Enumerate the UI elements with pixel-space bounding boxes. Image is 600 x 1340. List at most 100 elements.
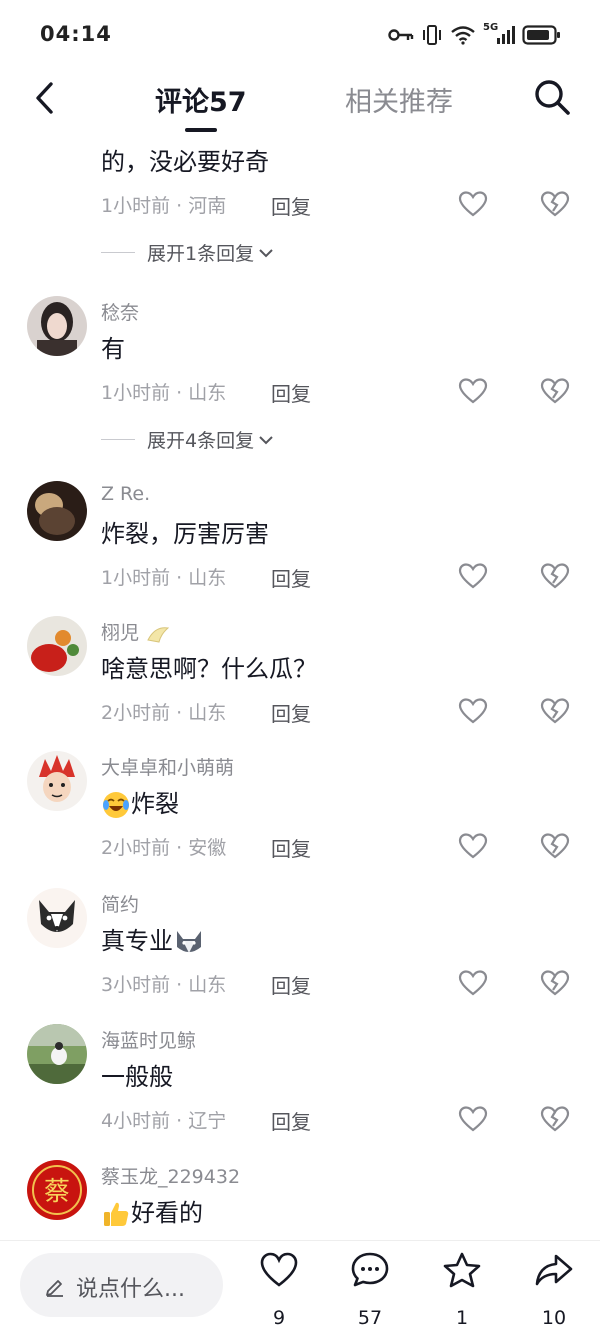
comment-time: 3小时前 [101, 974, 171, 996]
expand-replies-button[interactable]: 展开4条回复 [101, 426, 274, 453]
comment-text: 啥意思啊？什么瓜？ [101, 655, 317, 683]
comment-region: 安徽 [188, 837, 227, 859]
reply-button[interactable]: 回复 [271, 833, 311, 862]
fan-badge-icon [147, 626, 170, 643]
share-arrow-icon [535, 1254, 573, 1286]
comment-time: 1小时前 [101, 195, 171, 217]
like-count: 9 [272, 1307, 286, 1329]
comment-meta: 3小时前 · 山东 [101, 974, 227, 996]
comment-list[interactable]: 的，没必要好奇 1小时前 · 河南 回复 展开1条回复 稔奈 有 1小时前 · … [0, 134, 600, 1240]
dislike-broken-heart-icon[interactable] [540, 1105, 570, 1133]
like-heart-icon[interactable] [458, 969, 488, 997]
comment-meta: 1小时前 · 山东 [101, 567, 227, 589]
dislike-broken-heart-icon[interactable] [540, 697, 570, 725]
dislike-broken-heart-icon[interactable] [540, 969, 570, 997]
comment-text: 一般般 [101, 1063, 173, 1091]
search-icon[interactable] [532, 77, 572, 117]
key-icon [388, 29, 414, 41]
like-heart-icon[interactable] [458, 1105, 488, 1133]
comments-button[interactable]: 57 [340, 1251, 400, 1331]
comment-text: 炸裂，厉害厉害 [101, 520, 269, 548]
avatar[interactable]: 蔡 [27, 1160, 87, 1220]
like-button[interactable]: 9 [249, 1251, 309, 1331]
dislike-broken-heart-icon[interactable] [540, 562, 570, 590]
comment-item: Z Re. 炸裂，厉害厉害 1小时前 · 山东 回复 [0, 479, 600, 609]
status-time: 04:14 [40, 22, 112, 46]
comment-item: 的，没必要好奇 1小时前 · 河南 回复 展开1条回复 [0, 134, 600, 274]
comment-text: 有 [101, 335, 125, 363]
comment-item: 栩児 啥意思啊？什么瓜？ 2小时前 · 山东 回复 [0, 614, 600, 744]
comment-count: 57 [357, 1307, 383, 1329]
comment-username[interactable]: 海蓝时见鲸 [101, 1026, 196, 1053]
avatar[interactable] [27, 1024, 87, 1084]
comment-item: 大卓卓和小萌萌 炸裂 2小时前 · 安徽 回复 [0, 749, 600, 879]
wifi-icon [451, 26, 475, 45]
avatar[interactable] [27, 296, 87, 356]
tab-related-recommendations[interactable]: 相关推荐 [345, 80, 453, 119]
comment-item: 蔡 蔡玉龙_229432 好看的 [0, 1158, 600, 1240]
avatar[interactable] [27, 481, 87, 541]
avatar[interactable] [27, 751, 87, 811]
avatar[interactable] [27, 888, 87, 948]
expand-replies-label: 展开1条回复 [147, 243, 255, 265]
comment-item: 简约 真专业 3小时前 · 山东 回复 [0, 886, 600, 1016]
comment-meta: 2小时前 · 安徽 [101, 837, 227, 859]
avatar-text: 蔡 [44, 1177, 70, 1207]
comments-header: 评论57 相关推荐 [0, 70, 600, 132]
thumbs-up-emoji [104, 1202, 129, 1226]
reply-button[interactable]: 回复 [271, 698, 311, 727]
like-heart-icon[interactable] [458, 697, 488, 725]
laughing-crying-emoji [103, 792, 129, 818]
comment-item: 海蓝时见鲸 一般般 4小时前 · 辽宁 回复 [0, 1022, 600, 1152]
comment-region: 河南 [188, 195, 227, 217]
expand-replies-button[interactable]: 展开1条回复 [101, 239, 274, 266]
comment-region: 山东 [188, 382, 227, 404]
comment-time: 4小时前 [101, 1110, 171, 1132]
like-heart-icon[interactable] [458, 562, 488, 590]
comment-bubble-icon [351, 1252, 389, 1287]
comment-username[interactable]: Z Re. [101, 483, 150, 505]
like-heart-icon[interactable] [458, 377, 488, 405]
chevron-down-icon [259, 248, 273, 257]
tab-active-indicator [185, 128, 217, 132]
comment-username[interactable]: 蔡玉龙_229432 [101, 1162, 240, 1189]
share-count: 10 [541, 1307, 567, 1329]
heart-icon [260, 1252, 298, 1287]
like-heart-icon[interactable] [458, 190, 488, 218]
comment-meta: 1小时前 · 河南 [101, 195, 227, 217]
reply-button[interactable]: 回复 [271, 970, 311, 999]
like-heart-icon[interactable] [458, 832, 488, 860]
comment-time: 2小时前 [101, 702, 171, 724]
avatar[interactable] [27, 616, 87, 676]
husky-emoji [177, 931, 201, 953]
comment-text: 炸裂 [101, 789, 179, 820]
comment-meta: 4小时前 · 辽宁 [101, 1110, 227, 1132]
dislike-broken-heart-icon[interactable] [540, 190, 570, 218]
comment-time: 2小时前 [101, 837, 171, 859]
reply-button[interactable]: 回复 [271, 378, 311, 407]
battery-icon [522, 25, 560, 45]
tab-comments[interactable]: 评论57 [155, 80, 247, 119]
comment-input[interactable]: 说点什么... [20, 1253, 223, 1317]
comment-username[interactable]: 简约 [101, 890, 139, 917]
comment-username[interactable]: 栩児 [101, 618, 171, 645]
expand-replies-label: 展开4条回复 [147, 430, 255, 452]
reply-button[interactable]: 回复 [271, 563, 311, 592]
dislike-broken-heart-icon[interactable] [540, 832, 570, 860]
cellular-signal-icon: 5G [483, 22, 515, 46]
comment-region: 辽宁 [188, 1110, 227, 1132]
status-bar: 04:14 5G [0, 0, 600, 70]
vibrate-icon [423, 25, 441, 45]
expand-divider [101, 439, 135, 440]
comment-username[interactable]: 大卓卓和小萌萌 [101, 753, 234, 780]
reply-button[interactable]: 回复 [271, 1106, 311, 1135]
favorite-button[interactable]: 1 [432, 1251, 492, 1331]
comment-meta: 2小时前 · 山东 [101, 702, 227, 724]
reply-button[interactable]: 回复 [271, 191, 311, 220]
status-icons: 5G [388, 20, 562, 50]
dislike-broken-heart-icon[interactable] [540, 377, 570, 405]
username-text: 栩児 [101, 622, 140, 644]
share-button[interactable]: 10 [524, 1251, 584, 1331]
comment-username[interactable]: 稔奈 [101, 298, 139, 325]
back-arrow-icon[interactable] [28, 78, 62, 118]
